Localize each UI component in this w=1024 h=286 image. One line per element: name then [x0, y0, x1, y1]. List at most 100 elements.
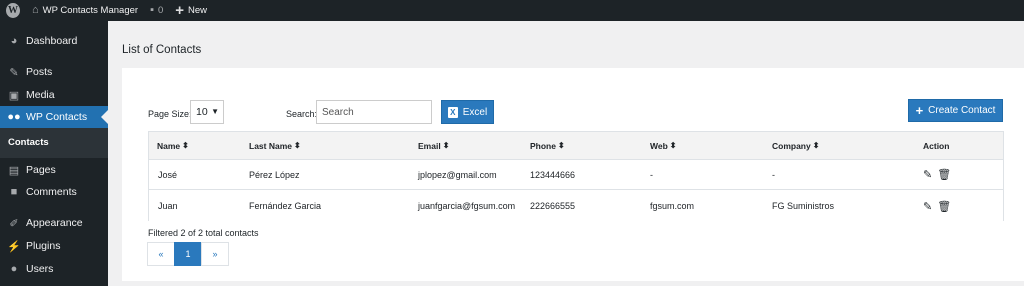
- excel-button[interactable]: X Excel: [441, 100, 494, 124]
- delete-trash-icon[interactable]: 🗑: [937, 200, 951, 213]
- create-contact-label: Create Contact: [928, 105, 996, 116]
- sidebar-item-users[interactable]: ● Users: [0, 258, 108, 280]
- caret-down-icon: ▼: [211, 107, 219, 116]
- page-size-select[interactable]: 10 ▼: [190, 100, 224, 124]
- brush-icon: ✐: [9, 217, 19, 230]
- sort-icon: ⬍: [442, 141, 450, 150]
- column-header-company[interactable]: Company ⬍: [772, 132, 819, 159]
- page-size-label: Page Size:: [148, 109, 192, 119]
- edit-pencil-icon[interactable]: ✎: [923, 200, 932, 213]
- comments-count: 0: [157, 5, 164, 16]
- header-label: Name: [157, 140, 181, 151]
- site-name-link[interactable]: ⌂ WP Contacts Manager: [26, 0, 144, 21]
- page-title: List of Contacts: [122, 44, 202, 56]
- sidebar-item-label: Posts: [26, 66, 53, 78]
- sidebar-item-plugins[interactable]: ⚡ Plugins: [0, 235, 108, 257]
- cell-name: Juan: [158, 201, 178, 211]
- sidebar-item-media[interactable]: ▣ Media: [0, 84, 108, 106]
- sidebar-item-label: WP Contacts: [26, 111, 88, 123]
- sidebar-item-pages[interactable]: ▤ Pages: [0, 159, 108, 181]
- new-content-link[interactable]: + New: [169, 0, 213, 21]
- sidebar-item-appearance[interactable]: ✐ Appearance: [0, 212, 108, 234]
- cell-web: fgsum.com: [650, 201, 695, 211]
- admin-sidebar: ◕ Dashboard ✎ Posts ▣ Media ●● WP Contac…: [0, 21, 108, 286]
- sidebar-item-dashboard[interactable]: ◕ Dashboard: [0, 30, 108, 52]
- header-label: Company: [772, 140, 811, 151]
- users-icon: ●●: [7, 111, 21, 123]
- page-1-button[interactable]: 1: [174, 242, 202, 266]
- header-label: Last Name: [249, 140, 292, 151]
- sidebar-item-label: Users: [26, 263, 54, 275]
- plus-icon: +: [915, 103, 924, 118]
- home-icon: ⌂: [32, 4, 39, 16]
- column-header-action: Action: [923, 132, 949, 159]
- comment-icon: ■: [10, 186, 18, 198]
- pin-icon: ✎: [9, 66, 19, 79]
- search-input[interactable]: [316, 100, 432, 124]
- search-label: Search:: [286, 109, 318, 119]
- sidebar-item-comments[interactable]: ■ Comments: [0, 181, 108, 203]
- comment-bubble-icon: ▪: [150, 4, 154, 16]
- filtered-count-text: Filtered 2 of 2 total contacts: [148, 228, 259, 238]
- column-header-email[interactable]: Email ⬍: [418, 132, 449, 159]
- column-header-last-name[interactable]: Last Name ⬍: [249, 132, 301, 159]
- sort-icon: ⬍: [669, 141, 677, 150]
- user-icon: ●: [10, 263, 18, 275]
- wordpress-logo-icon[interactable]: W: [0, 0, 26, 21]
- contacts-table: Name ⬍ Last Name ⬍ Email ⬍ Phone ⬍ Web ⬍ Comp…: [148, 131, 1004, 221]
- header-label: Phone: [530, 140, 556, 151]
- sidebar-item-posts[interactable]: ✎ Posts: [0, 61, 108, 83]
- sort-icon: ⬍: [182, 141, 189, 150]
- sort-icon: ⬍: [294, 141, 301, 150]
- header-label: Action: [923, 140, 950, 151]
- cell-actions: ✎ 🗑: [923, 160, 951, 189]
- plug-icon: ⚡: [7, 240, 21, 253]
- cell-company: FG Suministros: [772, 201, 835, 211]
- site-name: WP Contacts Manager: [42, 5, 139, 16]
- admin-bar: W ⌂ WP Contacts Manager ▪ 0 + New: [0, 0, 1024, 21]
- column-header-web[interactable]: Web ⬍: [650, 132, 677, 159]
- excel-label: Excel: [462, 106, 488, 118]
- cell-name: José: [158, 169, 178, 180]
- cell-web: -: [650, 169, 653, 180]
- sidebar-item-label: Pages: [26, 164, 56, 176]
- cell-email: juanfgarcia@fgsum.com: [418, 201, 516, 211]
- submenu-item-contacts[interactable]: Contacts: [8, 137, 49, 148]
- sort-icon: ⬍: [812, 141, 820, 150]
- page-icon: ▤: [8, 164, 20, 177]
- table-row: José Pérez López jplopez@gmail.com 12344…: [149, 160, 1003, 190]
- page-size-value: 10: [196, 106, 208, 118]
- pagination: « 1 »: [147, 242, 229, 266]
- cell-company: -: [772, 169, 775, 180]
- column-header-phone[interactable]: Phone ⬍: [530, 132, 565, 159]
- media-icon: ▣: [8, 89, 20, 102]
- new-label: New: [188, 5, 208, 16]
- cell-last-name: Pérez López: [249, 169, 300, 180]
- wp-contacts-submenu: Contacts: [0, 128, 108, 158]
- sort-icon: ⬍: [557, 141, 565, 150]
- sidebar-item-label: Dashboard: [26, 35, 78, 47]
- header-label: Email: [418, 140, 441, 151]
- cell-phone: 123444666: [530, 169, 576, 180]
- page-next-button[interactable]: »: [201, 242, 229, 266]
- cell-actions: ✎ 🗑: [923, 191, 951, 221]
- table-header: Name ⬍ Last Name ⬍ Email ⬍ Phone ⬍ Web ⬍ Comp…: [149, 132, 1003, 160]
- sidebar-item-label: Media: [26, 89, 55, 101]
- sidebar-item-wp-contacts[interactable]: ●● WP Contacts: [0, 106, 108, 128]
- sidebar-item-label: Plugins: [26, 240, 61, 252]
- comments-link[interactable]: ▪ 0: [144, 0, 169, 21]
- edit-pencil-icon[interactable]: ✎: [923, 168, 932, 181]
- table-row: Juan Fernández Garcia juanfgarcia@fgsum.…: [149, 191, 1003, 221]
- excel-icon: X: [447, 106, 458, 118]
- sidebar-item-label: Appearance: [26, 217, 83, 229]
- cell-last-name: Fernández Garcia: [249, 201, 322, 211]
- page-prev-button[interactable]: «: [147, 242, 175, 266]
- header-label: Web: [650, 140, 668, 151]
- delete-trash-icon[interactable]: 🗑: [937, 168, 951, 181]
- create-contact-button[interactable]: + Create Contact: [908, 99, 1003, 122]
- sidebar-item-label: Comments: [26, 186, 77, 198]
- dashboard-icon: ◕: [10, 35, 18, 47]
- cell-phone: 222666555: [530, 201, 576, 211]
- column-header-name[interactable]: Name ⬍: [157, 132, 189, 159]
- plus-icon: +: [175, 2, 185, 19]
